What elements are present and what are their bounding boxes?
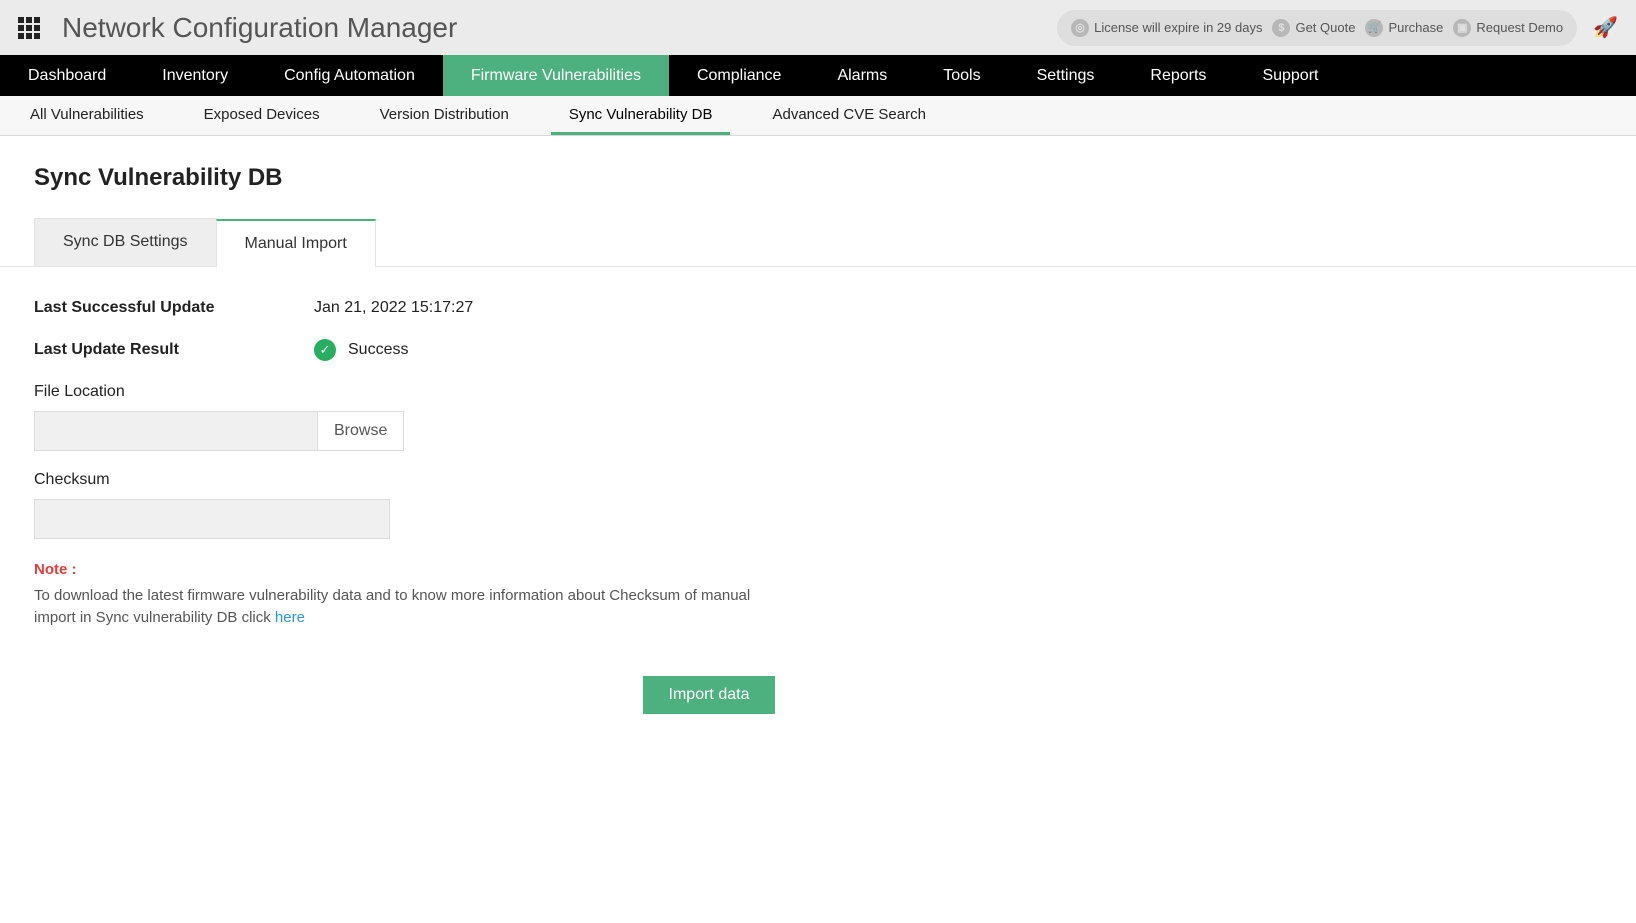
cart-icon: 🛒 [1365,19,1383,37]
get-quote-label: Get Quote [1295,20,1355,35]
license-pill-group: ◎ License will expire in 29 days $ Get Q… [1057,10,1577,46]
row-last-update: Last Successful Update Jan 21, 2022 15:1… [34,299,834,317]
subnav-advanced-cve-search[interactable]: Advanced CVE Search [754,96,943,135]
checksum-input[interactable] [34,499,390,539]
nav-alarms[interactable]: Alarms [809,55,915,96]
note-block: Note : To download the latest firmware v… [34,559,754,628]
rocket-icon[interactable]: 🚀 [1593,15,1618,40]
app-title: Network Configuration Manager [62,12,457,44]
file-location-block: File Location Browse [34,383,834,451]
page-content: Sync Vulnerability DB Sync DB Settings M… [0,136,1636,742]
badge-icon: ◎ [1071,19,1089,37]
last-result-value: ✓ Success [314,339,408,361]
last-result-text: Success [348,341,408,359]
main-nav: Dashboard Inventory Config Automation Fi… [0,55,1636,96]
request-demo-link[interactable]: ▣ Request Demo [1453,19,1563,37]
nav-firmware-vulnerabilities[interactable]: Firmware Vulnerabilities [443,55,669,96]
license-expiry[interactable]: ◎ License will expire in 29 days [1071,19,1262,37]
license-text: License will expire in 29 days [1094,20,1262,35]
last-result-label: Last Update Result [34,341,314,359]
note-label: Note : [34,559,754,581]
file-location-row: Browse [34,411,834,451]
success-check-icon: ✓ [314,339,336,361]
note-here-link[interactable]: here [275,609,305,626]
top-bar: Network Configuration Manager ◎ License … [0,0,1636,55]
inner-tabs: Sync DB Settings Manual Import [0,218,1636,267]
subnav-exposed-devices[interactable]: Exposed Devices [186,96,338,135]
nav-compliance[interactable]: Compliance [669,55,809,96]
tab-sync-db-settings[interactable]: Sync DB Settings [34,218,217,266]
file-location-label: File Location [34,383,834,401]
purchase-label: Purchase [1388,20,1443,35]
demo-icon: ▣ [1453,19,1471,37]
tab-manual-import[interactable]: Manual Import [216,219,376,267]
request-demo-label: Request Demo [1476,20,1563,35]
checksum-block: Checksum [34,471,834,539]
nav-support[interactable]: Support [1234,55,1346,96]
get-quote-link[interactable]: $ Get Quote [1272,19,1355,37]
note-text: To download the latest firmware vulnerab… [34,587,750,626]
nav-dashboard[interactable]: Dashboard [0,55,134,96]
file-location-input[interactable] [34,411,318,451]
action-row: Import data [34,676,1384,714]
checksum-label: Checksum [34,471,834,489]
page-title: Sync Vulnerability DB [34,164,1602,192]
last-update-value: Jan 21, 2022 15:17:27 [314,299,473,317]
row-last-result: Last Update Result ✓ Success [34,339,834,361]
subnav-sync-vulnerability-db[interactable]: Sync Vulnerability DB [551,96,731,135]
top-right-actions: ◎ License will expire in 29 days $ Get Q… [1057,10,1618,46]
nav-inventory[interactable]: Inventory [134,55,256,96]
sub-nav: All Vulnerabilities Exposed Devices Vers… [0,96,1636,136]
dollar-icon: $ [1272,19,1290,37]
nav-settings[interactable]: Settings [1009,55,1123,96]
nav-tools[interactable]: Tools [915,55,1008,96]
last-update-label: Last Successful Update [34,299,314,317]
subnav-all-vulnerabilities[interactable]: All Vulnerabilities [12,96,162,135]
manual-import-form: Last Successful Update Jan 21, 2022 15:1… [34,267,834,628]
nav-config-automation[interactable]: Config Automation [256,55,443,96]
apps-grid-icon[interactable] [18,17,40,39]
nav-reports[interactable]: Reports [1122,55,1234,96]
purchase-link[interactable]: 🛒 Purchase [1365,19,1443,37]
browse-button[interactable]: Browse [318,411,404,451]
import-data-button[interactable]: Import data [643,676,776,714]
subnav-version-distribution[interactable]: Version Distribution [362,96,527,135]
